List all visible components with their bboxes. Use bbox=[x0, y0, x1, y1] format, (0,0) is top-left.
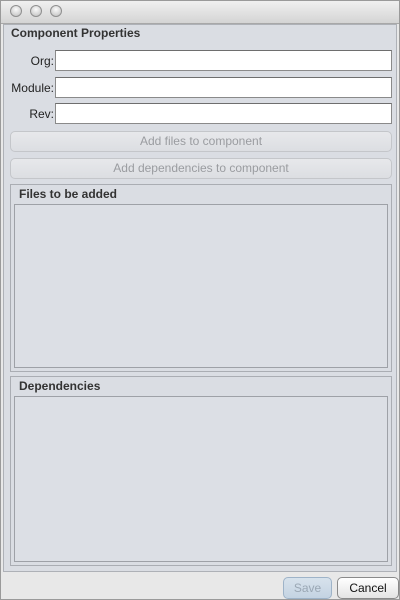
component-properties-window: Component Properties Org: Module: Rev: A… bbox=[0, 0, 400, 600]
rev-field[interactable] bbox=[55, 103, 392, 124]
add-dependencies-button[interactable]: Add dependencies to component bbox=[10, 158, 392, 179]
files-to-be-added-group: Files to be added bbox=[10, 184, 392, 372]
dependencies-list[interactable] bbox=[14, 396, 388, 562]
rev-label: Rev: bbox=[29, 107, 54, 121]
files-to-be-added-title: Files to be added bbox=[19, 187, 118, 201]
module-field[interactable] bbox=[55, 77, 392, 98]
close-icon[interactable] bbox=[10, 5, 22, 17]
files-list[interactable] bbox=[14, 204, 388, 368]
add-files-button[interactable]: Add files to component bbox=[10, 131, 392, 152]
org-field[interactable] bbox=[55, 50, 392, 71]
zoom-icon[interactable] bbox=[50, 5, 62, 17]
cancel-button[interactable]: Cancel bbox=[337, 577, 399, 599]
save-button[interactable]: Save bbox=[283, 577, 332, 599]
org-label: Org: bbox=[30, 54, 54, 68]
title-bar bbox=[1, 1, 399, 24]
section-title: Component Properties bbox=[11, 26, 141, 40]
module-label: Module: bbox=[11, 81, 54, 95]
minimize-icon[interactable] bbox=[30, 5, 42, 17]
component-properties-panel: Component Properties Org: Module: Rev: A… bbox=[3, 24, 397, 572]
dependencies-group: Dependencies bbox=[10, 376, 392, 566]
dependencies-title: Dependencies bbox=[19, 379, 101, 393]
